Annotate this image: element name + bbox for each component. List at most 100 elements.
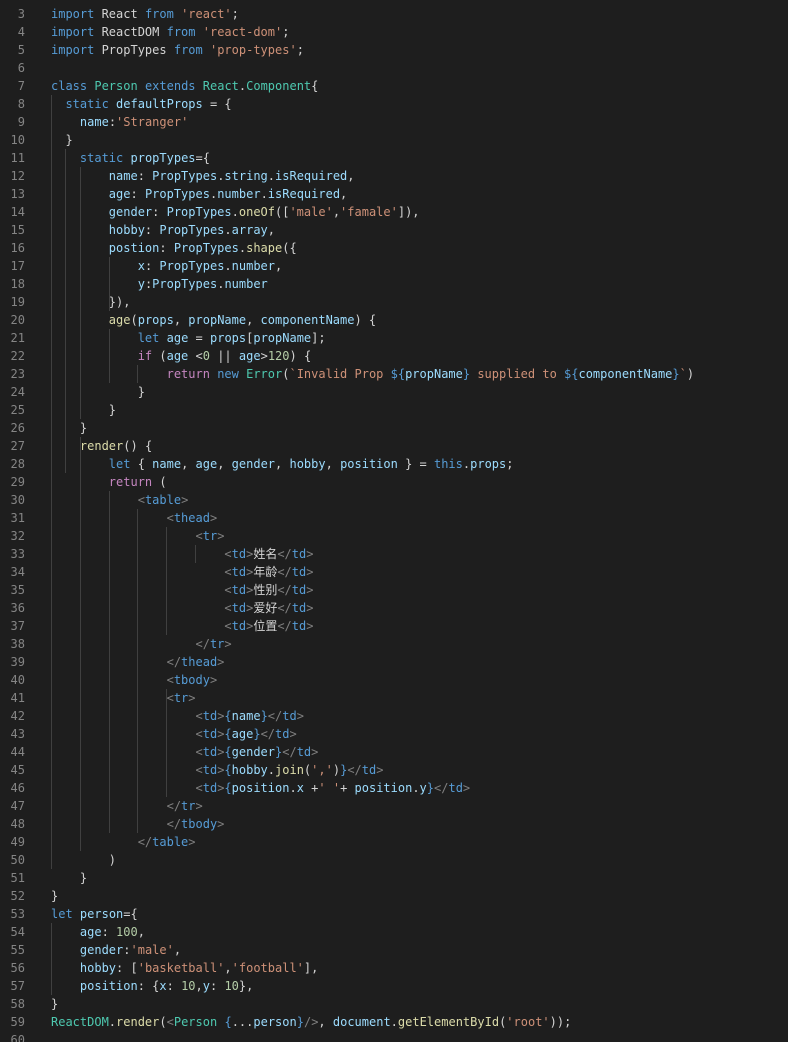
code-line[interactable]: 37 <td>位置</td> (0, 617, 788, 635)
code-line[interactable]: 6 (0, 59, 788, 77)
code-line[interactable]: 3 import React from 'react'; (0, 5, 788, 23)
code-text: <td>位置</td> (51, 617, 313, 635)
code-line[interactable]: 57 position: {x: 10,y: 10}, (0, 977, 788, 995)
code-line[interactable]: 8 static defaultProps = { (0, 95, 788, 113)
code-token: : (130, 187, 145, 201)
code-text: age: PropTypes.number.isRequired, (51, 185, 347, 203)
code-line[interactable]: 12 name: PropTypes.string.isRequired, (0, 167, 788, 185)
code-line[interactable]: 49 </table> (0, 833, 788, 851)
code-line[interactable]: 9 name:'Stranger' (0, 113, 788, 131)
code-token: age (166, 331, 189, 345)
code-line[interactable]: 34 <td>年龄</td> (0, 563, 788, 581)
code-line[interactable]: 7 class Person extends React.Component{ (0, 77, 788, 95)
code-line[interactable]: 10 } (0, 131, 788, 149)
code-line[interactable]: 30 <table> (0, 491, 788, 509)
code-line[interactable]: 41 <tr> (0, 689, 788, 707)
code-line[interactable]: 32 <tr> (0, 527, 788, 545)
code-line[interactable]: 17 x: PropTypes.number, (0, 257, 788, 275)
code-line[interactable]: 44 <td>{gender}</td> (0, 743, 788, 761)
code-line[interactable]: 20 age(props, propName, componentName) { (0, 311, 788, 329)
code-token: ${ (390, 367, 406, 381)
line-number: 60 (10, 1033, 25, 1042)
code-token: ]; (311, 331, 326, 345)
code-token: td (448, 781, 463, 795)
line-number: 35 (10, 583, 25, 597)
code-token: 姓名 (253, 547, 278, 561)
code-token: 100 (116, 925, 138, 939)
code-token: > (188, 835, 196, 849)
code-line[interactable]: 15 hobby: PropTypes.array, (0, 221, 788, 239)
line-number: 48 (10, 817, 25, 831)
code-line[interactable]: 55 gender:'male', (0, 941, 788, 959)
code-line[interactable]: 50 ) (0, 851, 788, 869)
code-line[interactable]: 39 </thead> (0, 653, 788, 671)
code-line[interactable]: 45 <td>{hobby.join(',')}</td> (0, 761, 788, 779)
code-token: table (152, 835, 189, 849)
code-token: postion (108, 241, 160, 255)
code-line[interactable]: 36 <td>爱好</td> (0, 599, 788, 617)
code-token: ( (130, 313, 138, 327)
code-line[interactable]: 52} (0, 887, 788, 905)
code-text: <tbody> (51, 671, 218, 689)
code-line[interactable]: 58} (0, 995, 788, 1013)
code-line[interactable]: 54 age: 100, (0, 923, 788, 941)
code-line[interactable]: 22 if (age <0 || age>120) { (0, 347, 788, 365)
code-line[interactable]: 14 gender: PropTypes.oneOf(['male','fama… (0, 203, 788, 221)
code-line[interactable]: 16 postion: PropTypes.shape({ (0, 239, 788, 257)
code-token: propTypes (130, 151, 196, 165)
code-line[interactable]: 23 return new Error(`Invalid Prop ${prop… (0, 365, 788, 383)
code-line[interactable]: 48 </tbody> (0, 815, 788, 833)
code-line[interactable]: 33 <td>姓名</td> (0, 545, 788, 563)
code-line[interactable]: 24 } (0, 383, 788, 401)
code-line[interactable]: 53 let person={ (0, 905, 788, 923)
code-line[interactable]: 60 (0, 1031, 788, 1042)
code-line[interactable]: 29 return ( (0, 473, 788, 491)
code-line[interactable]: 27 render() { (0, 437, 788, 455)
code-token: import (51, 25, 95, 39)
code-token: age (195, 457, 218, 471)
code-token: age (231, 727, 254, 741)
code-line[interactable]: 11 static propTypes={ (0, 149, 788, 167)
code-editor[interactable]: 3 import React from 'react'; 4 import React… (0, 0, 788, 1042)
code-token: < (166, 673, 174, 687)
code-token: </ (277, 601, 292, 615)
code-line[interactable]: 25 } (0, 401, 788, 419)
code-token: : (101, 925, 117, 939)
code-token: } (253, 727, 261, 741)
code-token: > (306, 601, 314, 615)
code-line[interactable]: 31 <thead> (0, 509, 788, 527)
code-line[interactable]: 43 <td>{age}</td> (0, 725, 788, 743)
code-line[interactable]: 38 </tr> (0, 635, 788, 653)
code-token: td (231, 583, 247, 597)
code-token: td (231, 619, 247, 633)
code-line[interactable]: 4 import ReactDOM from 'react-dom'; (0, 23, 788, 41)
code-line[interactable]: 26 } (0, 419, 788, 437)
code-line[interactable]: 13 age: PropTypes.number.isRequired, (0, 185, 788, 203)
code-token: ], (303, 961, 319, 975)
line-number: 55 (10, 943, 25, 957)
code-line[interactable]: 47 </tr> (0, 797, 788, 815)
line-number: 44 (10, 745, 25, 759)
code-line[interactable]: 56 hobby: ['basketball','football'], (0, 959, 788, 977)
code-token: { (224, 763, 232, 777)
code-token: td (291, 547, 307, 561)
line-number: 29 (10, 475, 25, 489)
code-line[interactable]: 21 let age = props[propName]; (0, 329, 788, 347)
code-token: static (79, 151, 124, 165)
code-token: } (51, 133, 73, 147)
code-line[interactable]: 19 }), (0, 293, 788, 311)
code-line[interactable]: 40 <tbody> (0, 671, 788, 689)
code-line[interactable]: 51 } (0, 869, 788, 887)
code-line[interactable]: 5 import PropTypes from 'prop-types'; (0, 41, 788, 59)
code-token: 'famale' (340, 205, 398, 219)
code-line[interactable]: 42 <td>{name}</td> (0, 707, 788, 725)
code-line[interactable]: 28 let { name, age, gender, hobby, posit… (0, 455, 788, 473)
code-line[interactable]: 18 y:PropTypes.number (0, 275, 788, 293)
code-line[interactable]: 59 ReactDOM.render(<Person {...person}/>,… (0, 1013, 788, 1031)
code-text: <tr> (51, 527, 225, 545)
code-line[interactable]: 46 <td>{position.x +' '+ position.y}</td… (0, 779, 788, 797)
code-line[interactable]: 35 <td>性别</td> (0, 581, 788, 599)
line-number: 28 (10, 457, 25, 471)
